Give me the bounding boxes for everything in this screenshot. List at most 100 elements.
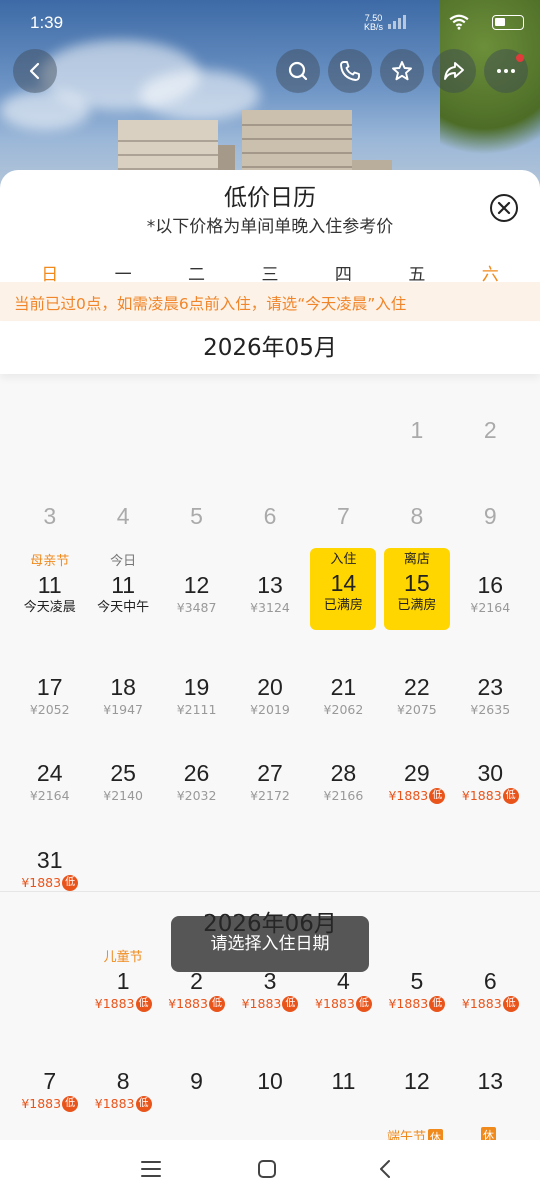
day-price: ¥1883 低 [380,996,453,1012]
home-icon[interactable] [257,1159,277,1179]
day-tag [380,950,453,966]
day-number: 12 [183,572,210,598]
day-price: 已满房 [310,598,376,614]
calendar-day[interactable]: 7 ¥1883 低 [13,1050,86,1112]
calendar-day[interactable]: 31 ¥1883 低 [13,829,86,891]
day-price: 今天中午 [86,600,159,616]
low-price-badge: 低 [62,875,79,891]
calendar-day[interactable]: 8 ¥1883 低 [86,1050,159,1112]
calendar-day[interactable]: 11 [307,1050,380,1096]
more-button[interactable] [484,49,528,93]
notification-dot [516,54,524,62]
day-tag [233,485,306,501]
calendar-day[interactable]: 6 ¥1883 低 [454,950,527,1012]
day-price: ¥2635 [454,702,527,718]
low-price-badge: 低 [282,996,299,1012]
calendar-day[interactable]: 21 ¥2062 [307,656,380,718]
calendar-day[interactable]: 13 [454,1050,527,1096]
day-tag [380,742,453,758]
day-tag [454,656,527,672]
day-price-text: ¥2164 [29,788,70,803]
calendar-day[interactable]: 5 ¥1883 低 [380,950,453,1012]
day-price: ¥2111 [160,702,233,718]
day-price: ¥1947 [86,702,159,718]
day-tag [160,1050,233,1066]
status-bar: 1:39 7.50 KB/s [0,0,540,44]
day-tag [13,1050,86,1066]
day-number: 6 [483,968,497,994]
calendar-day[interactable]: 入住 14 已满房 [310,548,377,630]
back-nav-icon[interactable] [375,1159,395,1179]
calendar-day[interactable]: 24 ¥2164 [13,742,86,804]
day-price-text: ¥1883 [388,788,429,803]
day-tag [307,485,380,501]
back-button[interactable] [13,49,57,93]
day-price-text: ¥2166 [323,788,364,803]
calendar-day[interactable]: 10 [233,1050,306,1096]
sheet-title: 低价日历 [224,185,316,211]
day-price: ¥1883 低 [13,875,86,891]
calendar-day[interactable]: 16 ¥2164 [454,554,527,616]
search-button[interactable] [276,49,320,93]
day-price: ¥1883 低 [233,996,306,1012]
day-tag [307,1050,380,1066]
day-price-text: ¥1883 [461,996,502,1011]
day-tag [86,742,159,758]
favorite-button[interactable] [380,49,424,93]
calendar-day[interactable]: 今日 11 今天中午 [86,554,159,616]
calendar-day: 9 [454,485,527,531]
day-tag [86,656,159,672]
calendar-day[interactable]: 30 ¥1883 低 [454,742,527,804]
day-tag [160,656,233,672]
calendar-day[interactable]: 25 ¥2140 [86,742,159,804]
calendar-day[interactable]: 母亲节 11 今天凌晨 [13,554,86,616]
day-price-text: ¥3124 [250,600,290,615]
share-button[interactable] [432,49,476,93]
calendar-day[interactable]: 19 ¥2111 [160,656,233,718]
day-price: ¥2062 [307,702,380,718]
day-tag [454,485,527,501]
low-price-badge: 低 [135,996,152,1012]
phone-button[interactable] [328,49,372,93]
calendar-day[interactable]: 20 ¥2019 [233,656,306,718]
low-price-badge: 低 [355,996,372,1012]
day-number: 29 [404,760,430,786]
calendar-day[interactable]: 28 ¥2166 [307,742,380,804]
calendar-day[interactable]: 13 ¥3124 [233,554,306,616]
calendar-day[interactable]: 12 ¥3487 [160,554,233,616]
day-number: 7 [337,503,350,529]
day-price: ¥2164 [454,600,527,616]
day-price-text: ¥1883 [21,1096,62,1111]
calendar-day: 6 [233,485,306,531]
day-price: ¥1883 低 [13,1096,86,1112]
day-price: ¥2019 [233,702,306,718]
star-icon [392,61,412,81]
day-number: 13 [257,572,283,598]
calendar-day[interactable]: 27 ¥2172 [233,742,306,804]
calendar-day[interactable]: 22 ¥2075 [380,656,453,718]
day-number: 30 [477,760,504,786]
calendar-day[interactable]: 18 ¥1947 [86,656,159,718]
day-number: 6 [263,503,277,529]
calendar-day[interactable]: 离店 15 已满房 [383,548,450,630]
calendar-day[interactable]: 12 [380,1050,453,1096]
close-icon [497,201,511,215]
share-icon [444,62,464,80]
calendar-day[interactable]: 26 ¥2032 [160,742,233,804]
calendar-day[interactable]: 29 ¥1883 低 [380,742,453,804]
day-number: 9 [483,503,497,529]
calendar-day[interactable]: 9 [160,1050,233,1096]
day-number: 11 [111,572,136,598]
day-tag [380,1050,453,1066]
calendar-day[interactable]: 17 ¥2052 [13,656,86,718]
day-number: 24 [36,760,63,786]
close-button[interactable] [490,194,518,222]
day-price-text: 已满房 [397,598,437,613]
menu-icon[interactable] [141,1160,161,1178]
day-price-text: ¥2075 [396,702,437,717]
calendar-day[interactable]: 23 ¥2635 [454,656,527,718]
calendar-day: 2 [454,399,527,445]
calendar-day[interactable]: 儿童节 1 ¥1883 低 [86,950,159,1012]
signal-icon [388,15,410,29]
day-number: 21 [330,674,357,700]
